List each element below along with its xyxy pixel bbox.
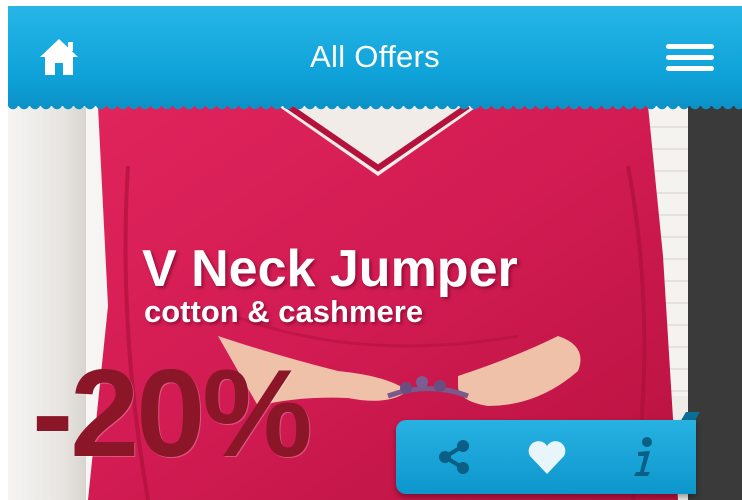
info-icon <box>634 437 652 476</box>
offer-subtitle: cotton & cashmere <box>144 294 424 329</box>
menu-bar-middle <box>666 55 714 60</box>
discount-label: -20% <box>32 345 312 483</box>
info-button[interactable] <box>620 434 666 480</box>
header-scalloped-edge <box>8 104 742 114</box>
share-icon <box>439 440 469 474</box>
offer-title: V Neck Jumper <box>142 240 518 298</box>
menu-bar-top <box>666 44 714 49</box>
share-button[interactable] <box>432 434 478 480</box>
menu-bar-bottom <box>666 66 714 71</box>
hamburger-menu-button[interactable] <box>666 44 714 72</box>
heart-icon <box>528 441 566 474</box>
app-frame: All Offers V Neck Jumper cotton & cashme… <box>8 6 742 500</box>
offer-action-bar <box>396 420 696 494</box>
like-button[interactable] <box>524 434 570 480</box>
app-header: All Offers <box>8 6 742 106</box>
page-title: All Offers <box>310 39 440 74</box>
next-card-peek[interactable] <box>688 106 742 500</box>
